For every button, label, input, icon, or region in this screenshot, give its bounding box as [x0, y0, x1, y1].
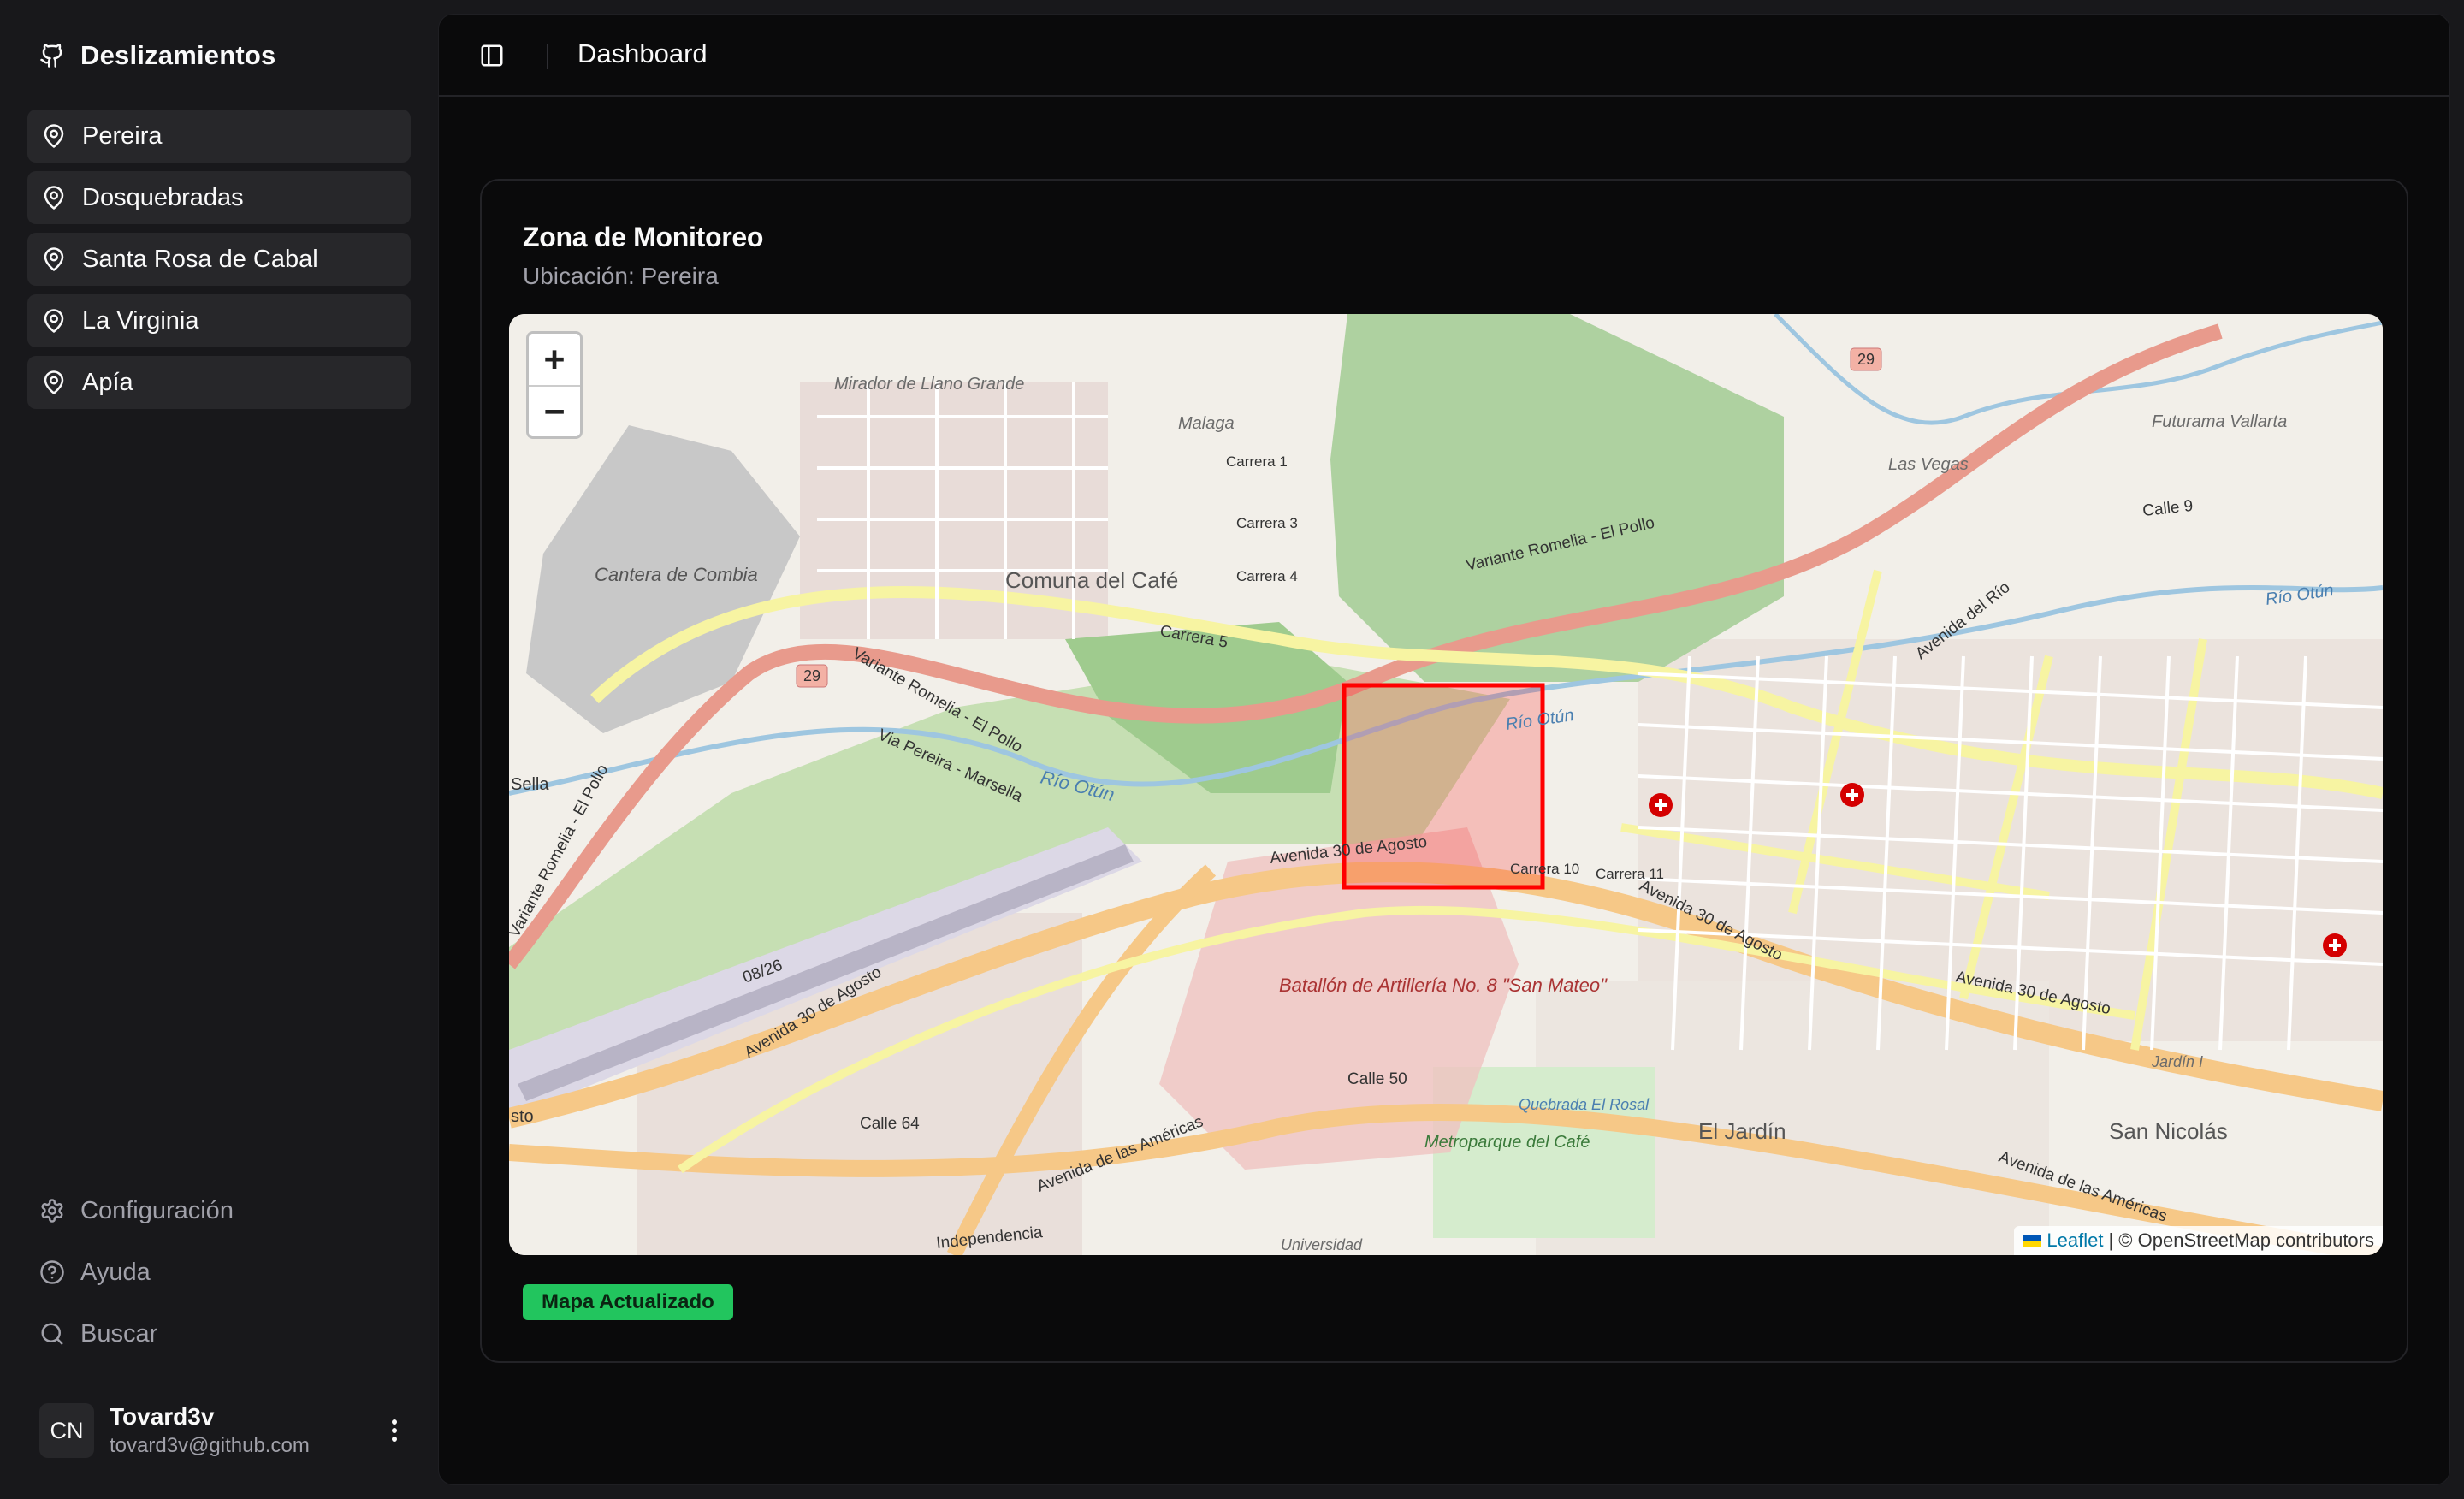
sidebar-item-dosquebradas[interactable]: Dosquebradas — [27, 171, 411, 224]
sidebar-item-label: Buscar — [80, 1319, 158, 1348]
map-pin-icon — [44, 370, 64, 394]
sidebar-item-ayuda[interactable]: Ayuda — [39, 1246, 416, 1299]
status-badge: Mapa Actualizado — [523, 1284, 733, 1320]
user-menu[interactable]: CN Tovard3v tovard3v@github.com — [39, 1400, 407, 1461]
map-pin-icon — [44, 309, 64, 333]
map-label: Sella — [511, 775, 549, 794]
map-label: Carrera 4 — [1236, 568, 1298, 584]
more-vertical-icon[interactable] — [382, 1413, 407, 1448]
map-label: Jardín I — [2151, 1053, 2203, 1070]
app-root: Deslizamientos Pereira Dosquebradas Sant… — [0, 0, 2464, 1499]
brand[interactable]: Deslizamientos — [39, 36, 276, 75]
map-label: sto — [511, 1107, 534, 1126]
map-label: Futurama Vallarta — [2152, 412, 2287, 431]
divider — [547, 44, 548, 69]
search-icon — [41, 1323, 63, 1345]
map-pin-icon — [44, 247, 64, 271]
sidebar-item-label: Configuración — [80, 1196, 234, 1224]
zoom-control: + − — [526, 331, 583, 439]
sidebar-item-pereira[interactable]: Pereira — [27, 110, 411, 163]
map-label: Carrera 3 — [1236, 515, 1298, 531]
route-shield-label: 29 — [803, 667, 820, 684]
user-email: tovard3v@github.com — [110, 1434, 310, 1457]
map-label: Comuna del Café — [1005, 567, 1178, 593]
ukraine-flag-icon — [2023, 1235, 2042, 1247]
sidebar-item-label: Santa Rosa de Cabal — [82, 245, 318, 273]
zoom-in-button[interactable]: + — [529, 334, 580, 385]
sidebar-item-la-virginia[interactable]: La Virginia — [27, 294, 411, 347]
page-title: Dashboard — [578, 39, 708, 68]
github-icon — [40, 44, 62, 68]
route-shield-label: 29 — [1857, 351, 1875, 368]
sidebar: Deslizamientos Pereira Dosquebradas Sant… — [0, 0, 438, 1499]
leaflet-link[interactable]: Leaflet — [2046, 1229, 2103, 1252]
map-label: El Jardín — [1698, 1118, 1786, 1144]
secondary-nav: Configuración Ayuda Buscar — [39, 1184, 416, 1369]
card-subtitle: Ubicación: Pereira — [523, 263, 719, 289]
sidebar-item-label: Apía — [82, 368, 133, 396]
map-label: Carrera 11 — [1596, 866, 1664, 882]
map-label: Quebrada El Rosal — [1519, 1096, 1650, 1113]
attribution-text: | © OpenStreetMap contributors — [2108, 1229, 2374, 1251]
brand-title: Deslizamientos — [80, 40, 276, 70]
sidebar-toggle-icon — [481, 44, 503, 67]
map-label: Carrera 10 — [1510, 861, 1579, 877]
zoom-out-button[interactable]: − — [529, 385, 580, 436]
map-label: Calle 64 — [860, 1115, 920, 1133]
map-label: Carrera 1 — [1226, 453, 1288, 470]
top-bar: Dashboard — [439, 15, 2449, 97]
map-label: Calle 50 — [1348, 1070, 1407, 1088]
map-label: Metroparque del Café — [1424, 1133, 1590, 1152]
map-label: San Nicolás — [2109, 1118, 2228, 1144]
map-tiles: Mirador de Llano Grande Malaga Cantera d… — [509, 314, 2383, 1255]
map-pin-icon — [44, 186, 64, 210]
sidebar-toggle-button[interactable] — [475, 39, 509, 73]
map-label: Batallón de Artillería No. 8 "San Mateo" — [1279, 975, 1608, 996]
map-label: Mirador de Llano Grande — [834, 375, 1024, 394]
sidebar-item-label: Pereira — [82, 121, 163, 150]
sidebar-item-label: Ayuda — [80, 1258, 151, 1286]
monitoring-card: Zona de Monitoreo Ubicación: Pereira Mir… — [480, 179, 2408, 1363]
sidebar-item-label: La Virginia — [82, 306, 199, 335]
sidebar-item-label: Dosquebradas — [82, 183, 244, 211]
map-view[interactable]: Mirador de Llano Grande Malaga Cantera d… — [509, 314, 2383, 1255]
card-title: Zona de Monitoreo — [523, 222, 764, 252]
sidebar-item-santa-rosa-de-cabal[interactable]: Santa Rosa de Cabal — [27, 233, 411, 286]
gear-icon — [41, 1199, 63, 1223]
sidebar-item-apia[interactable]: Apía — [27, 356, 411, 409]
map-label: Cantera de Combia — [595, 564, 758, 585]
help-circle-icon — [40, 1260, 64, 1284]
user-info: Tovard3v tovard3v@github.com — [110, 1403, 366, 1458]
sidebar-nav: Pereira Dosquebradas Santa Rosa de Cabal… — [27, 110, 411, 418]
main-panel: Dashboard Zona de Monitoreo Ubicación: P… — [438, 14, 2450, 1485]
map-label: Universidad — [1281, 1236, 1363, 1253]
sidebar-item-buscar[interactable]: Buscar — [39, 1307, 416, 1360]
map-label: Las Vegas — [1888, 455, 1969, 474]
map-label: Malaga — [1178, 414, 1235, 433]
map-attribution: Leaflet | © OpenStreetMap contributors — [2014, 1226, 2383, 1255]
map-pin-icon — [44, 124, 64, 148]
sidebar-item-configuracion[interactable]: Configuración — [39, 1184, 416, 1237]
avatar: CN — [39, 1403, 94, 1458]
user-name: Tovard3v — [110, 1403, 215, 1430]
